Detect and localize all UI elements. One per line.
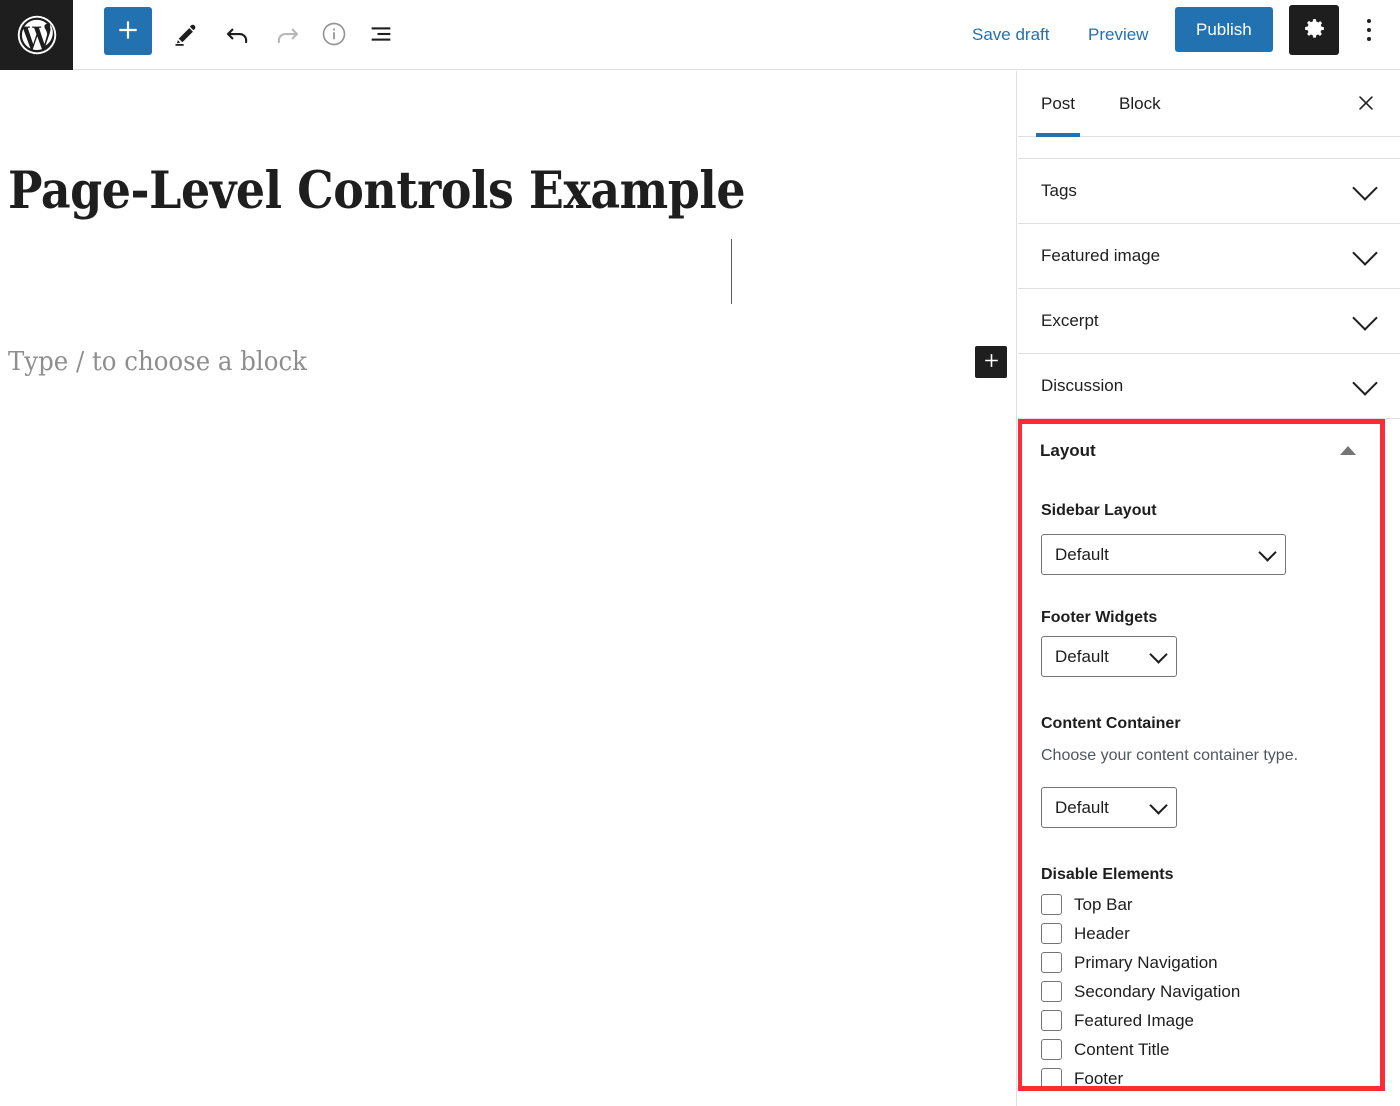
checkbox-label: Featured Image — [1074, 1010, 1195, 1030]
checkbox-row-featured-image[interactable]: Featured Image — [1041, 1006, 1361, 1035]
sidebar-tab-bar: Post Block — [1018, 71, 1400, 137]
checkbox-primary-navigation[interactable] — [1041, 952, 1062, 973]
content-container-help-text: Choose your content container type. — [1041, 747, 1299, 764]
checkbox-label: Secondary Navigation — [1074, 981, 1241, 1001]
checkbox-row-primary-navigation[interactable]: Primary Navigation — [1041, 948, 1361, 977]
checkbox-label: Footer — [1074, 1068, 1124, 1087]
sidebar-panel-discussion[interactable]: Discussion — [1018, 354, 1400, 419]
chevron-down-icon — [1258, 542, 1277, 562]
checkbox-row-secondary-navigation[interactable]: Secondary Navigation — [1041, 977, 1361, 1006]
disable-elements-list: Top Bar Header Primary Navigation Second… — [1041, 890, 1361, 1086]
block-placeholder-input[interactable]: Type / to choose a block — [8, 347, 307, 377]
chevron-down-icon — [1149, 795, 1168, 815]
plus-icon — [115, 17, 141, 46]
close-sidebar-button[interactable] — [1351, 89, 1381, 119]
editor-canvas: Page-Level Controls Example Type / to ch… — [0, 71, 1017, 1106]
list-view-icon — [367, 20, 395, 51]
triangle-up-icon[interactable] — [1340, 446, 1356, 455]
content-container-value: Default — [1055, 797, 1109, 817]
checkbox-header[interactable] — [1041, 923, 1062, 944]
details-info-button[interactable] — [308, 9, 360, 61]
checkbox-row-top-bar[interactable]: Top Bar — [1041, 890, 1361, 919]
footer-widgets-label: Footer Widgets — [1041, 609, 1158, 626]
disable-elements-label: Disable Elements — [1041, 866, 1174, 883]
checkbox-top-bar[interactable] — [1041, 894, 1062, 915]
kebab-menu-icon — [1367, 17, 1371, 44]
post-title-input[interactable]: Page-Level Controls Example — [8, 166, 746, 217]
footer-widgets-value: Default — [1055, 646, 1109, 666]
plus-icon — [982, 351, 1001, 373]
save-draft-button[interactable]: Save draft — [972, 0, 1050, 70]
chevron-down-icon — [1352, 369, 1378, 396]
tab-block[interactable]: Block — [1119, 71, 1161, 136]
layout-panel-header[interactable]: Layout — [1022, 424, 1380, 477]
gear-icon — [1302, 16, 1327, 44]
panel-label: Tags — [1041, 181, 1077, 200]
undo-button[interactable] — [212, 9, 264, 61]
pencil-icon — [172, 20, 200, 51]
close-icon — [1355, 92, 1377, 117]
checkbox-label: Header — [1074, 923, 1130, 943]
sidebar-spacer — [1018, 137, 1400, 159]
redo-arrow-icon — [272, 19, 302, 52]
wordpress-logo-icon[interactable] — [0, 0, 73, 70]
editor-top-bar: Save draft Preview Publish — [0, 0, 1400, 70]
chevron-down-icon — [1149, 644, 1168, 664]
checkbox-label: Primary Navigation — [1074, 952, 1218, 972]
footer-widgets-select[interactable]: Default — [1041, 636, 1177, 677]
edit-mode-button[interactable] — [160, 9, 212, 61]
text-caret — [731, 239, 732, 304]
panel-label: Featured image — [1041, 246, 1161, 265]
settings-button[interactable] — [1289, 5, 1339, 55]
sidebar-panel-layout: Layout Sidebar Layout Default Footer Wid… — [1022, 424, 1380, 1086]
undo-arrow-icon — [223, 19, 253, 52]
sidebar-panel-featured-image[interactable]: Featured image — [1018, 224, 1400, 289]
info-circle-icon — [320, 20, 348, 51]
sidebar-layout-label: Sidebar Layout — [1041, 502, 1157, 519]
checkbox-label: Top Bar — [1074, 894, 1133, 914]
layout-panel-title: Layout — [1040, 440, 1096, 460]
checkbox-footer[interactable] — [1041, 1068, 1062, 1086]
redo-button[interactable] — [261, 9, 313, 61]
sidebar-panel-tags[interactable]: Tags — [1018, 159, 1400, 224]
panel-label: Excerpt — [1041, 311, 1099, 330]
preview-button[interactable]: Preview — [1088, 0, 1148, 70]
publish-button[interactable]: Publish — [1175, 7, 1273, 52]
checkbox-featured-image[interactable] — [1041, 1010, 1062, 1031]
chevron-down-icon — [1352, 174, 1378, 201]
checkbox-row-footer[interactable]: Footer — [1041, 1064, 1361, 1086]
add-block-button[interactable] — [104, 7, 152, 55]
chevron-down-icon — [1352, 304, 1378, 331]
post-settings-sidebar: Post Block Tags Featured image Excerpt D… — [1018, 71, 1400, 1106]
content-container-label: Content Container — [1041, 715, 1181, 732]
more-options-button[interactable] — [1345, 5, 1393, 55]
tab-post[interactable]: Post — [1035, 71, 1081, 137]
panel-label: Discussion — [1041, 376, 1124, 395]
sidebar-layout-value: Default — [1055, 544, 1109, 564]
checkbox-secondary-navigation[interactable] — [1041, 981, 1062, 1002]
checkbox-content-title[interactable] — [1041, 1039, 1062, 1060]
checkbox-row-header[interactable]: Header — [1041, 919, 1361, 948]
inline-block-inserter-button[interactable] — [975, 346, 1007, 378]
list-view-button[interactable] — [355, 9, 407, 61]
chevron-down-icon — [1352, 239, 1378, 266]
sidebar-layout-select[interactable]: Default — [1041, 534, 1286, 575]
sidebar-panel-excerpt[interactable]: Excerpt — [1018, 289, 1400, 354]
layout-panel-highlight: Layout Sidebar Layout Default Footer Wid… — [1018, 419, 1385, 1091]
checkbox-row-content-title[interactable]: Content Title — [1041, 1035, 1361, 1064]
checkbox-label: Content Title — [1074, 1039, 1170, 1059]
content-container-select[interactable]: Default — [1041, 787, 1177, 828]
